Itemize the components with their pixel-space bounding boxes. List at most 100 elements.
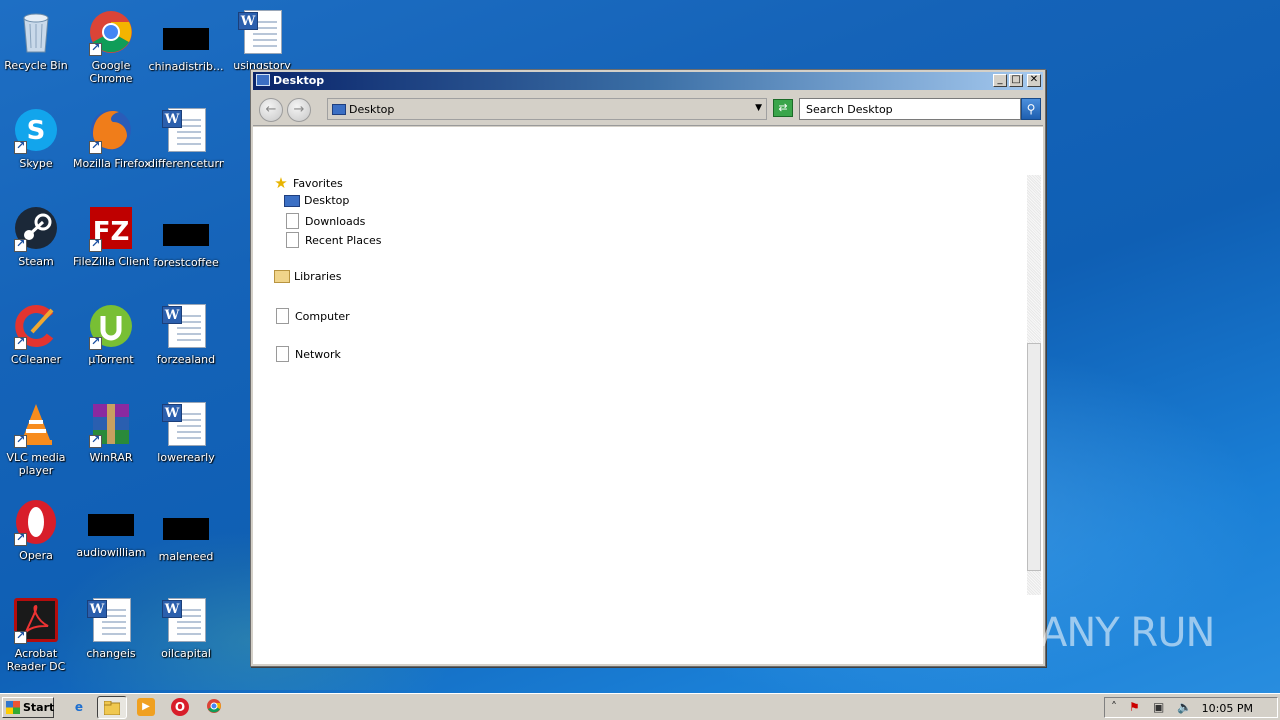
vlc-icon[interactable]: VLC media player: [0, 400, 74, 477]
ccleaner-image: [12, 302, 60, 350]
search-input[interactable]: Search Desktop: [799, 98, 1021, 120]
google-chrome-icon[interactable]: Google Chrome: [73, 8, 149, 85]
address-bar[interactable]: Desktop ▼: [327, 98, 767, 120]
forestcoffee-icon[interactable]: forestcoffee: [148, 204, 224, 269]
audiowilliam-icon[interactable]: audiowilliam: [73, 498, 149, 559]
skype-icon[interactable]: S Skype: [0, 106, 74, 170]
utorrent-image: [87, 302, 135, 350]
tree-item-favorites[interactable]: ★ Favorites: [273, 174, 343, 192]
chrome-taskbar-icon[interactable]: [205, 698, 223, 716]
network-status-icon[interactable]: ▣: [1153, 700, 1164, 714]
close-button[interactable]: ✕: [1027, 74, 1041, 87]
start-button[interactable]: Start: [2, 697, 54, 718]
refresh-button[interactable]: ⇄: [773, 99, 793, 117]
tree-item-downloads[interactable]: Downloads: [286, 213, 365, 229]
forzealand-icon[interactable]: W forzealand: [148, 302, 224, 366]
desktop-icon-label: Opera: [19, 549, 53, 562]
shortcut-arrow-icon: [89, 237, 102, 252]
tree-item-computer[interactable]: Computer: [276, 308, 350, 324]
opera-image: [12, 498, 60, 546]
opera-taskbar-icon[interactable]: O: [171, 698, 189, 716]
shortcut-arrow-icon: [14, 237, 27, 252]
tree-item-libraries[interactable]: Libraries: [274, 270, 342, 283]
utorrent-icon[interactable]: µTorrent: [73, 302, 149, 366]
shortcut-arrow-icon: [89, 41, 102, 56]
desktop-icon-label: FileZilla Client: [73, 255, 149, 268]
word-document-icon: W: [87, 596, 135, 644]
start-label: Start: [23, 701, 55, 714]
chinadistrib-icon[interactable]: chinadistrib...: [148, 8, 224, 73]
usingstory-icon[interactable]: W usingstory: [224, 8, 300, 72]
maximize-button[interactable]: □: [1009, 74, 1023, 87]
star-icon: ★: [274, 174, 288, 192]
shortcut-arrow-icon: [14, 531, 27, 546]
steam-icon[interactable]: Steam: [0, 204, 74, 268]
computer-icon: [276, 308, 289, 324]
shortcut-arrow-icon: [14, 629, 27, 644]
clock[interactable]: 10:05 PM: [1202, 702, 1253, 715]
svg-text:S: S: [27, 116, 46, 146]
tree-item-desktop[interactable]: Desktop: [284, 194, 349, 207]
redacted-thumbnail: [88, 514, 134, 536]
internet-explorer-icon[interactable]: e: [70, 698, 88, 716]
redacted-thumbnail: [163, 518, 209, 540]
volume-icon[interactable]: 🔈: [1177, 700, 1192, 714]
ccleaner-icon[interactable]: CCleaner: [0, 302, 74, 366]
desktop-icon-label: Mozilla Firefox: [73, 157, 149, 170]
recent-places-icon: [286, 232, 299, 248]
mozilla-firefox-icon[interactable]: Mozilla Firefox: [73, 106, 149, 170]
desktop-icon: [284, 194, 300, 207]
opera-icon[interactable]: Opera: [0, 498, 74, 562]
recycle-bin-icon[interactable]: Recycle Bin: [0, 8, 74, 72]
desktop-icon-label: µTorrent: [88, 353, 134, 366]
desktop-icon-label: Acrobat Reader DC: [6, 647, 66, 673]
shortcut-arrow-icon: [14, 433, 27, 448]
winrar-icon[interactable]: WinRAR: [73, 400, 149, 464]
desktop-icon-label: chinadistrib...: [148, 60, 224, 73]
word-document-icon: W: [162, 302, 210, 350]
skype-image: S: [12, 106, 60, 154]
desktop-icon-label: audiowilliam: [76, 546, 146, 559]
lowerearly-icon[interactable]: W lowerearly: [148, 400, 224, 464]
acrobat-icon[interactable]: Acrobat Reader DC: [0, 596, 74, 673]
forward-button[interactable]: →: [287, 98, 311, 122]
desktop-icon-label: Recycle Bin: [4, 59, 68, 72]
back-button[interactable]: ←: [259, 98, 283, 122]
minimize-button[interactable]: _: [993, 74, 1007, 87]
differenceturn-icon[interactable]: W differenceturn: [148, 106, 224, 170]
chrome-image: [87, 8, 135, 56]
tree-item-recent-places[interactable]: Recent Places: [286, 232, 382, 248]
tree-label: Favorites: [293, 176, 343, 190]
oilcapital-icon[interactable]: W oilcapital: [148, 596, 224, 660]
scrollbar-thumb[interactable]: [1027, 343, 1041, 571]
acrobat-image: [12, 596, 60, 644]
windows-logo-icon: [6, 701, 20, 714]
tree-item-network[interactable]: Network: [276, 346, 341, 362]
maleneed-icon[interactable]: maleneed: [148, 498, 224, 563]
tree-label: Downloads: [305, 214, 366, 228]
winrar-image: [87, 400, 135, 448]
redacted-thumbnail: [163, 28, 209, 50]
chevron-down-icon[interactable]: ▼: [755, 103, 762, 113]
desktop-icon-label: differenceturn: [148, 157, 224, 170]
action-center-flag-icon[interactable]: ⚑: [1129, 700, 1140, 714]
explorer-taskbar-icon[interactable]: [97, 696, 127, 719]
word-document-icon: W: [238, 8, 286, 56]
network-icon: [276, 346, 289, 362]
desktop-icon-label: WinRAR: [89, 451, 133, 464]
filezilla-icon[interactable]: FZ FileZilla Client: [73, 204, 149, 268]
shortcut-arrow-icon: [89, 139, 102, 154]
desktop-icon-label: forzealand: [156, 353, 216, 366]
search-icon[interactable]: ⚲: [1021, 98, 1041, 120]
media-player-icon[interactable]: ▶: [137, 698, 155, 716]
desktop-icon-label: forestcoffee: [153, 256, 219, 269]
desktop-icon-label: VLC media player: [6, 451, 66, 477]
navigation-toolbar: ← → Desktop ▼ ⇄ Search Desktop ⚲: [253, 92, 1043, 126]
changeis-icon[interactable]: W changeis: [73, 596, 149, 660]
desktop-icon-label: Skype: [19, 157, 53, 170]
anyrun-watermark: ANY RUN: [1040, 610, 1215, 656]
explorer-window: Desktop _ □ ✕ ← → Desktop ▼ ⇄ Search Des…: [250, 69, 1046, 667]
title-bar[interactable]: Desktop _ □ ✕: [253, 72, 1043, 90]
folder-icon: [274, 270, 290, 283]
show-hidden-icons-icon[interactable]: ˄: [1111, 700, 1117, 714]
